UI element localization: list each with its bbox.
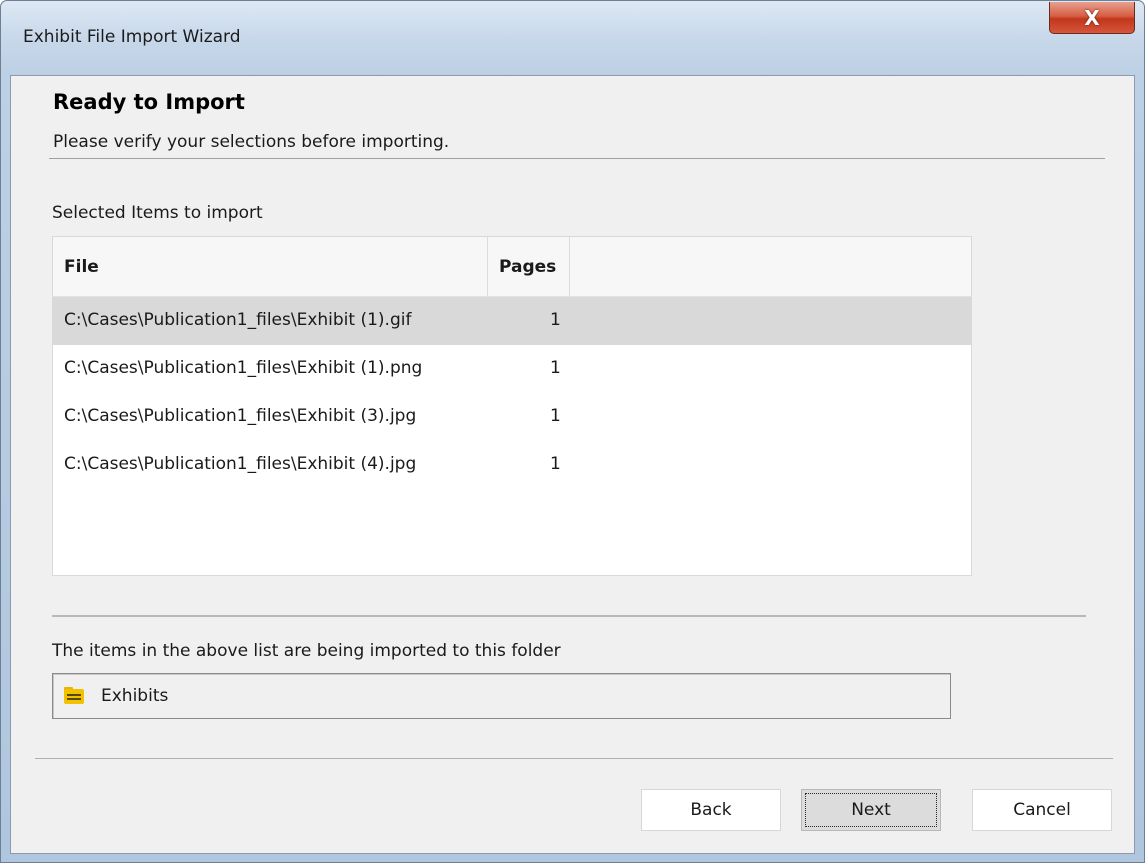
footer-divider (35, 758, 1113, 759)
back-button[interactable]: Back (641, 789, 781, 831)
page-title: Ready to Import (53, 90, 245, 114)
window-title: Exhibit File Import Wizard (23, 27, 241, 47)
list-row[interactable]: C:\Cases\Publication1_files\Exhibit (4).… (53, 441, 971, 489)
section-divider (52, 615, 1086, 617)
close-button[interactable]: X (1049, 2, 1135, 34)
column-header-file[interactable]: File (53, 237, 488, 297)
focus-ring (805, 793, 937, 827)
row-file-path: C:\Cases\Publication1_files\Exhibit (4).… (64, 454, 417, 474)
list-row[interactable]: C:\Cases\Publication1_files\Exhibit (1).… (53, 297, 971, 345)
row-page-count: 1 (550, 310, 561, 330)
next-button[interactable]: Next (801, 789, 941, 831)
folder-icon (64, 687, 84, 704)
row-file-path: C:\Cases\Publication1_files\Exhibit (1).… (64, 358, 423, 378)
destination-folder-field: Exhibits (52, 673, 951, 719)
row-file-path: C:\Cases\Publication1_files\Exhibit (1).… (64, 310, 412, 330)
wizard-content: Ready to Import Please verify your selec… (10, 75, 1135, 854)
list-header: File Pages (53, 237, 971, 297)
header-divider (49, 158, 1105, 159)
close-icon: X (1084, 5, 1100, 30)
row-page-count: 1 (550, 406, 561, 426)
cancel-button[interactable]: Cancel (972, 789, 1112, 831)
row-page-count: 1 (550, 454, 561, 474)
row-page-count: 1 (550, 358, 561, 378)
destination-folder-name: Exhibits (101, 686, 169, 706)
selected-items-label: Selected Items to import (52, 203, 263, 223)
selected-items-list[interactable]: File Pages C:\Cases\Publication1_files\E… (52, 236, 972, 576)
column-header-pages[interactable]: Pages (488, 237, 570, 297)
row-file-path: C:\Cases\Publication1_files\Exhibit (3).… (64, 406, 417, 426)
page-subtitle: Please verify your selections before imp… (53, 132, 450, 152)
list-row[interactable]: C:\Cases\Publication1_files\Exhibit (1).… (53, 345, 971, 393)
destination-label: The items in the above list are being im… (52, 641, 561, 661)
list-row[interactable]: C:\Cases\Publication1_files\Exhibit (3).… (53, 393, 971, 441)
wizard-window: Exhibit File Import Wizard X Ready to Im… (0, 0, 1145, 863)
title-bar[interactable]: Exhibit File Import Wizard X (1, 1, 1144, 75)
